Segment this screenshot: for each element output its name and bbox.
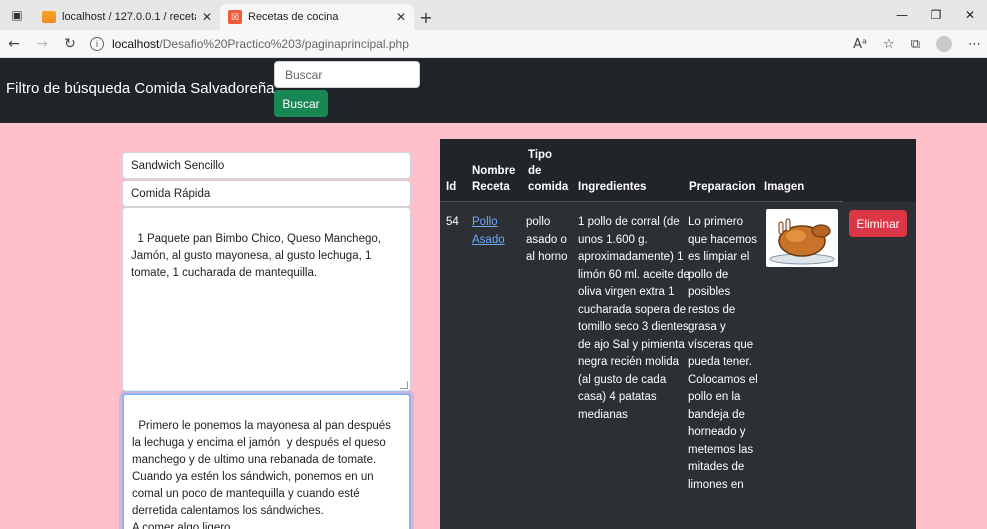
close-icon[interactable]: ✕ [202,10,212,24]
more-options-icon[interactable]: ⋯ [968,37,981,52]
cell-id: 54 [446,216,459,228]
resize-handle-icon[interactable] [400,381,408,389]
reload-icon[interactable]: ↻ [56,30,84,58]
forward-icon[interactable]: → [28,30,56,58]
navbar-brand[interactable]: Filtro de búsqueda Comida Salvadoreña [6,80,275,97]
close-window-icon[interactable]: ✕ [953,0,987,30]
recipes-table: Id Nombre Receta Tipo de comida Ingredie… [440,139,916,529]
ingredients-textarea[interactable]: 1 Paquete pan Bimbo Chico, Queso Mancheg… [122,207,411,392]
tab-title: Recetas de cocina [248,11,339,23]
header-preparation: Preparacion [689,181,756,193]
header-type: Tipo de comida [528,149,569,193]
browser-toolbar: A͏ᵃ ☆ ⧉ ⋯ [853,30,981,58]
tab-title: localhost / 127.0.0.1 / recetas_co [62,11,196,23]
restore-icon[interactable]: ❐ [919,0,953,30]
recipe-link[interactable]: Pollo Asado [472,216,505,246]
cell-preparation: Lo primero que hacemos es limpiar el pol… [688,216,758,491]
site-navbar: Filtro de búsqueda Comida Salvadoreña Bu… [0,58,987,123]
url-host: localhost [112,36,160,51]
browser-tab-recetas[interactable]: ☒ Recetas de cocina ✕ [220,4,414,30]
favorites-icon[interactable]: ☆ [883,37,895,52]
header-ingredients: Ingredientes [578,181,647,193]
url-path: /Desafio%20Practico%203/paginaprincipal.… [159,36,409,51]
search-button[interactable]: Buscar [274,90,328,117]
preparation-textarea[interactable]: Primero le ponemos la mayonesa al pan de… [122,393,411,529]
cell-type: pollo asado o al horno [526,216,568,263]
browser-tab-strip: ▣ localhost / 127.0.0.1 / recetas_co ✕ ☒… [0,0,987,30]
header-image: Imagen [764,181,805,193]
close-icon[interactable]: ✕ [396,10,406,24]
profile-avatar-icon[interactable] [936,36,952,52]
window-controls: — ❐ ✕ [885,0,987,30]
recipe-name-field[interactable]: Sandwich Sencillo [122,152,411,179]
back-icon[interactable]: ← [0,30,28,58]
cell-ingredients: 1 pollo de corral (de unos 1.600 g. apro… [578,216,690,421]
read-aloud-icon[interactable]: A͏ᵃ [853,37,867,52]
ingredients-text: 1 Paquete pan Bimbo Chico, Queso Mancheg… [131,233,385,279]
recetas-favicon-icon: ☒ [228,10,242,24]
cell-name: Pollo Asado [472,214,516,249]
roast-chicken-image [766,209,838,267]
phpmyadmin-favicon-icon [42,11,56,23]
new-tab-icon[interactable]: + [414,4,438,30]
site-info-icon[interactable]: i [90,36,104,51]
browser-tab-phpmyadmin[interactable]: localhost / 127.0.0.1 / recetas_co ✕ [34,4,220,30]
url-field[interactable]: i localhost/Desafio%20Practico%203/pagin… [90,36,409,51]
preparation-text: Primero le ponemos la mayonesa al pan de… [132,420,391,529]
table-header: Id Nombre Receta Tipo de comida Ingredie… [440,139,843,202]
search-input[interactable] [274,61,420,88]
minimize-icon[interactable]: — [885,0,919,30]
roast-chicken-icon [769,218,835,265]
tab-actions-icon[interactable]: ▣ [0,0,34,30]
header-name: Nombre Receta [472,165,516,193]
recipe-type-field[interactable]: Comida Rápida [122,180,411,207]
collections-icon[interactable]: ⧉ [911,37,920,52]
delete-button[interactable]: Eliminar [849,210,907,237]
address-bar: ← → ↻ i localhost/Desafio%20Practico%203… [0,30,987,58]
header-id: Id [446,181,457,193]
